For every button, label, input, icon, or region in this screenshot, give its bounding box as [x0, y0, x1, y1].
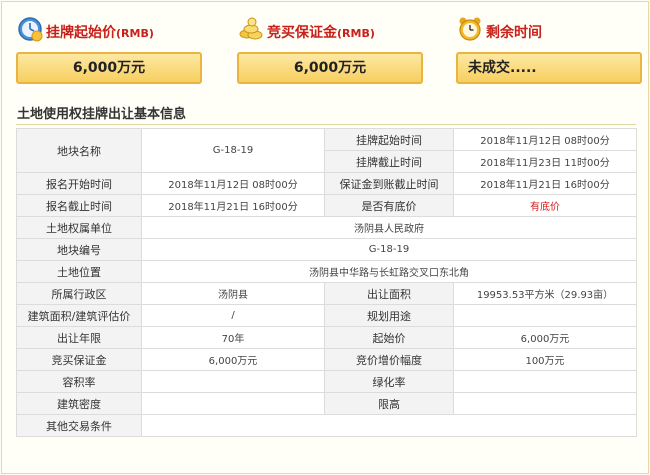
floor-area-ratio-label: 容积率	[16, 370, 142, 393]
reserve-price-label: 是否有底价	[324, 194, 454, 217]
listing-end-value: 2018年11月23日 11时00分	[453, 150, 637, 173]
start-price-value: 6,000万元	[16, 52, 202, 84]
deposit-value: 6,000万元	[237, 52, 423, 84]
parcel-number-value: G-18-19	[141, 238, 637, 261]
term-years-value: 70年	[141, 326, 325, 349]
table-row: 出让年限 70年 起始价 6,000万元	[16, 326, 637, 349]
location-value: 汤阴县中华路与长虹路交叉口东北角	[141, 260, 637, 283]
table-row: 竞买保证金 6,000万元 竞价增价幅度 100万元	[16, 348, 637, 371]
owner-value: 汤阴县人民政府	[141, 216, 637, 239]
listing-start-label: 挂牌起始时间	[324, 128, 454, 151]
start-price-row-label: 起始价	[324, 326, 454, 349]
building-area-value: /	[141, 304, 325, 327]
district-label: 所属行政区	[16, 282, 142, 305]
building-density-value	[141, 392, 325, 415]
bid-increment-value: 100万元	[453, 348, 637, 371]
deposit-header: 竞买保证金(RMB)	[233, 14, 429, 48]
alarm-clock-icon	[459, 17, 481, 41]
signup-end-label: 报名截止时间	[16, 194, 142, 217]
signup-start-label: 报名开始时间	[16, 172, 142, 195]
bid-deposit-label: 竞买保证金	[16, 348, 142, 371]
signup-start-value: 2018年11月12日 08时00分	[141, 172, 325, 195]
table-row: 报名截止时间 2018年11月21日 16时00分 是否有底价 有底价	[16, 194, 637, 217]
term-years-label: 出让年限	[16, 326, 142, 349]
deposit-card: 竞买保证金(RMB) 6,000万元	[233, 14, 429, 90]
section-divider	[16, 124, 636, 125]
height-limit-label: 限高	[324, 392, 454, 415]
planned-use-label: 规划用途	[324, 304, 454, 327]
remaining-time-card: 剩余时间 未成交.....	[452, 14, 648, 90]
green-ratio-value	[453, 370, 637, 393]
area-label: 出让面积	[324, 282, 454, 305]
bid-deposit-value: 6,000万元	[141, 348, 325, 371]
land-info-table: 地块名称 G-18-19 挂牌起始时间 2018年11月12日 08时00分 挂…	[16, 128, 637, 437]
listing-end-label: 挂牌截止时间	[324, 150, 454, 173]
other-conditions-value	[141, 414, 637, 437]
table-row: 容积率 绿化率	[16, 370, 637, 393]
parcel-name-value: G-18-19	[141, 128, 325, 173]
parcel-number-label: 地块编号	[16, 238, 142, 261]
deposit-title: 竞买保证金(RMB)	[267, 25, 375, 41]
parcel-name-label: 地块名称	[16, 128, 142, 173]
table-row: 地块编号 G-18-19	[16, 238, 637, 261]
table-row: 建筑密度 限高	[16, 392, 637, 415]
table-row: 地块名称 G-18-19 挂牌起始时间 2018年11月12日 08时00分	[16, 128, 637, 173]
table-row: 土地权属单位 汤阴县人民政府	[16, 216, 637, 239]
listing-start-value: 2018年11月12日 08时00分	[453, 128, 637, 151]
reserve-price-value: 有底价	[453, 194, 637, 217]
start-price-row-value: 6,000万元	[453, 326, 637, 349]
start-price-card: 挂牌起始价(RMB) 6,000万元	[12, 14, 208, 90]
building-area-label: 建筑面积/建筑评估价	[16, 304, 142, 327]
clock-money-icon	[18, 17, 43, 42]
area-value: 19953.53平方米（29.93亩）	[453, 282, 637, 305]
deposit-deadline-value: 2018年11月21日 16时00分	[453, 172, 637, 195]
remaining-time-header: 剩余时间	[452, 14, 648, 48]
start-price-title: 挂牌起始价(RMB)	[46, 25, 154, 41]
building-density-label: 建筑密度	[16, 392, 142, 415]
remaining-time-value: 未成交.....	[456, 52, 642, 84]
height-limit-value	[453, 392, 637, 415]
start-price-header: 挂牌起始价(RMB)	[12, 14, 208, 48]
table-row: 报名开始时间 2018年11月12日 08时00分 保证金到账截止时间 2018…	[16, 172, 637, 195]
bid-increment-label: 竞价增价幅度	[324, 348, 454, 371]
remaining-time-title: 剩余时间	[486, 25, 542, 41]
table-row: 建筑面积/建筑评估价 / 规划用途	[16, 304, 637, 327]
district-value: 汤阴县	[141, 282, 325, 305]
deposit-deadline-label: 保证金到账截止时间	[324, 172, 454, 195]
table-row: 所属行政区 汤阴县 出让面积 19953.53平方米（29.93亩）	[16, 282, 637, 305]
gold-coins-icon	[239, 17, 263, 40]
floor-area-ratio-value	[141, 370, 325, 393]
planned-use-value	[453, 304, 637, 327]
section-title: 土地使用权挂牌出让基本信息	[17, 107, 187, 122]
other-conditions-label: 其他交易条件	[16, 414, 142, 437]
signup-end-value: 2018年11月21日 16时00分	[141, 194, 325, 217]
green-ratio-label: 绿化率	[324, 370, 454, 393]
table-row: 其他交易条件	[16, 414, 637, 437]
owner-label: 土地权属单位	[16, 216, 142, 239]
table-row: 土地位置 汤阴县中华路与长虹路交叉口东北角	[16, 260, 637, 283]
location-label: 土地位置	[16, 260, 142, 283]
